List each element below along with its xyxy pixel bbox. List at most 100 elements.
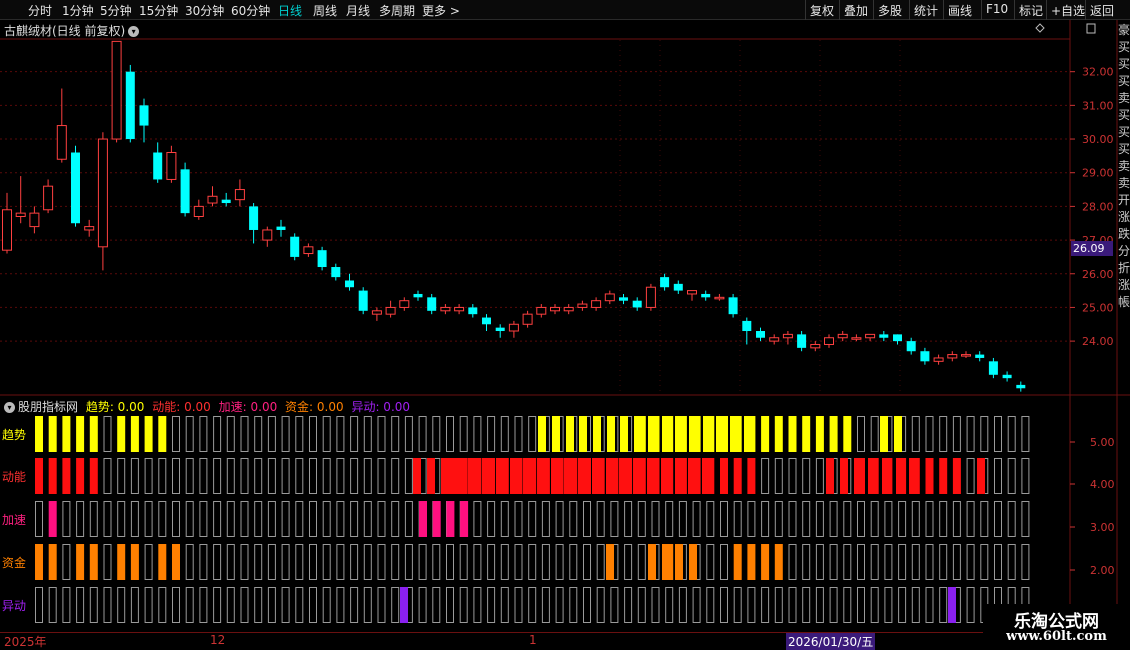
signal-bar-off bbox=[309, 544, 317, 580]
candle-body-up bbox=[262, 229, 273, 241]
signal-bar-off bbox=[62, 587, 71, 623]
signal-bar-off bbox=[610, 587, 619, 623]
toolbar-separator bbox=[839, 0, 840, 20]
signal-bar-off bbox=[350, 544, 359, 580]
signal-bar-off bbox=[185, 544, 194, 580]
indicator-row-label-4: 异动 bbox=[2, 599, 27, 613]
tab-timeframe-7[interactable]: 周线 bbox=[313, 2, 337, 19]
signal-bar-off bbox=[898, 544, 907, 580]
candle-body-up bbox=[851, 337, 862, 340]
signal-bar-off bbox=[377, 501, 386, 537]
signal-bar-on bbox=[48, 416, 57, 452]
signal-bar-on bbox=[689, 544, 697, 580]
signal-bar-off bbox=[966, 587, 975, 623]
signal-bar-on bbox=[675, 544, 683, 580]
cursor-date-badge: 2026/01/30/五 bbox=[786, 633, 876, 650]
signal-bar-on bbox=[977, 458, 985, 494]
tab-timeframe-10[interactable]: 更多 > bbox=[422, 2, 460, 19]
signal-bar-on bbox=[551, 458, 559, 494]
signal-bar-off bbox=[788, 587, 797, 623]
signal-bar-off bbox=[637, 587, 646, 623]
signal-bar-on bbox=[744, 416, 752, 452]
signal-bar-off bbox=[761, 458, 770, 494]
signal-bar-off bbox=[788, 501, 797, 537]
price-tick-label: 29.00 bbox=[1082, 167, 1114, 180]
signal-bar-off bbox=[843, 501, 852, 537]
signal-bar-off bbox=[966, 544, 975, 580]
candle-body-up bbox=[961, 354, 971, 357]
signal-bar-off bbox=[528, 587, 537, 623]
signal-bar-off bbox=[555, 587, 564, 623]
tab-timeframe-6[interactable]: 日线 bbox=[278, 2, 302, 19]
signal-bar-off bbox=[199, 587, 208, 623]
toolbar-button-0[interactable]: 复权 bbox=[810, 2, 834, 19]
candle-body-down bbox=[482, 317, 491, 325]
signal-bar-off bbox=[487, 544, 496, 580]
signal-bar-on bbox=[593, 416, 601, 452]
signal-bar-off bbox=[473, 416, 482, 452]
signal-bar-off bbox=[267, 458, 276, 494]
signal-bar-off bbox=[884, 544, 893, 580]
signal-bar-off bbox=[884, 501, 893, 537]
signal-bar-on bbox=[894, 416, 902, 452]
toolbar-button-8[interactable]: 返回 bbox=[1090, 2, 1114, 19]
signal-bar-off bbox=[1021, 416, 1030, 452]
candle-body-up bbox=[810, 343, 821, 349]
signal-bar-off bbox=[774, 458, 783, 494]
tab-timeframe-3[interactable]: 15分钟 bbox=[139, 2, 178, 19]
price-tick-label: 28.00 bbox=[1082, 200, 1114, 213]
tab-timeframe-2[interactable]: 5分钟 bbox=[100, 2, 132, 19]
signal-bar-off bbox=[404, 544, 413, 580]
indicator-value-0: 趋势: 0.00 bbox=[85, 400, 149, 414]
candle-body-up bbox=[193, 205, 204, 217]
signal-bar-off bbox=[267, 501, 276, 537]
signal-bar-on bbox=[774, 416, 783, 452]
tab-timeframe-9[interactable]: 多周期 bbox=[379, 2, 415, 19]
signal-bar-off bbox=[500, 544, 509, 580]
signal-bar-off bbox=[884, 587, 893, 623]
tab-timeframe-5[interactable]: 60分钟 bbox=[231, 2, 270, 19]
signal-bar-on bbox=[427, 458, 435, 494]
tab-timeframe-8[interactable]: 月线 bbox=[346, 2, 370, 19]
signal-bar-off bbox=[35, 501, 43, 537]
toolbar-button-7[interactable]: +自选 bbox=[1051, 2, 1085, 19]
signal-bar-on bbox=[89, 416, 98, 452]
candle-body-down bbox=[71, 152, 80, 224]
candle-body-down bbox=[988, 361, 998, 375]
signal-bar-off bbox=[774, 501, 783, 537]
signal-bar-off bbox=[870, 416, 879, 452]
tab-timeframe-0[interactable]: 分时 bbox=[28, 2, 52, 19]
chevron-down-icon[interactable]: ▾ bbox=[4, 402, 15, 413]
signal-bar-off bbox=[528, 501, 537, 537]
toolbar-button-5[interactable]: F10 bbox=[986, 2, 1008, 16]
signal-bar-on bbox=[774, 544, 783, 580]
signal-bar-off bbox=[774, 587, 783, 623]
candle-body-down bbox=[317, 250, 327, 268]
toolbar-button-2[interactable]: 多股 bbox=[878, 2, 902, 19]
toolbar-button-4[interactable]: 画线 bbox=[948, 2, 972, 19]
signal-bar-off bbox=[103, 544, 112, 580]
signal-bar-on bbox=[675, 416, 683, 452]
tab-timeframe-4[interactable]: 30分钟 bbox=[185, 2, 224, 19]
candle-body-down bbox=[1016, 384, 1026, 389]
toolbar-button-1[interactable]: 叠加 bbox=[844, 2, 868, 19]
indicator-title: ▾ 股朋指标网 趋势: 0.00 动能: 0.00 加速: 0.00 资金: 0.… bbox=[4, 398, 410, 415]
signal-bar-on bbox=[882, 458, 890, 494]
signal-bar-off bbox=[446, 544, 454, 580]
signal-bar-off bbox=[802, 501, 811, 537]
signal-bar-off bbox=[1007, 501, 1016, 537]
signal-bar-off bbox=[281, 458, 290, 494]
signal-bar-on bbox=[606, 544, 614, 580]
signal-bar-off bbox=[678, 501, 687, 537]
candle-body-up bbox=[824, 337, 834, 345]
tab-timeframe-1[interactable]: 1分钟 bbox=[62, 2, 94, 19]
signal-bar-off bbox=[1007, 416, 1016, 452]
toolbar-button-3[interactable]: 统计 bbox=[914, 2, 938, 19]
signal-bar-on bbox=[446, 501, 455, 537]
signal-bar-on bbox=[552, 416, 560, 452]
signal-bar-off bbox=[322, 544, 331, 580]
toolbar-button-6[interactable]: 标记 bbox=[1019, 2, 1043, 19]
indicator-row-label-1: 动能 bbox=[2, 470, 27, 484]
signal-bar-off bbox=[254, 501, 263, 537]
candle-body-up bbox=[782, 333, 793, 339]
